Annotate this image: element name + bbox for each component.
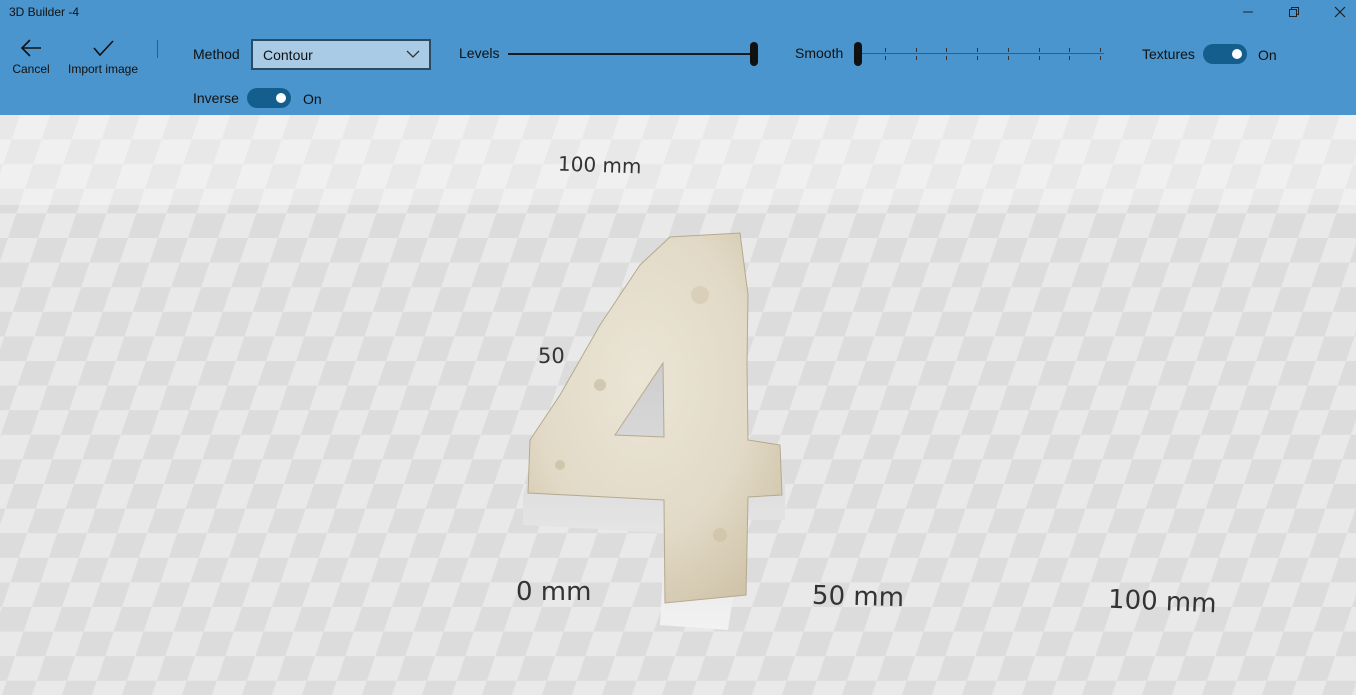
smooth-slider-tick — [946, 48, 947, 52]
smooth-slider-tick — [977, 56, 978, 60]
toolbar-area: 3D Builder -4 Cancel Import image Method… — [0, 0, 1356, 115]
ruler-label-front-0: 0 mm — [516, 577, 592, 607]
window-title: 3D Builder -4 — [9, 5, 80, 19]
smooth-slider-tick — [1100, 48, 1101, 52]
smooth-slider[interactable] — [854, 42, 1104, 66]
restore-button[interactable] — [1271, 0, 1317, 24]
textures-toggle[interactable] — [1203, 44, 1247, 64]
smooth-slider-tick — [1069, 56, 1070, 60]
levels-label: Levels — [459, 45, 500, 61]
cancel-button[interactable]: Cancel — [12, 38, 50, 76]
smooth-label: Smooth — [795, 45, 844, 61]
ruler-label-front-50: 50 mm — [811, 580, 905, 614]
method-label: Method — [193, 46, 240, 62]
minimize-button[interactable] — [1225, 0, 1271, 24]
textures-toggle-knob — [1232, 49, 1242, 59]
3d-viewport[interactable]: 100 mm 50 0 mm 50 mm 100 mm — [0, 115, 1356, 695]
toolbar-separator — [157, 40, 158, 58]
smooth-slider-tick — [977, 48, 978, 52]
smooth-slider-tick — [1008, 56, 1009, 60]
import-image-label: Import image — [67, 62, 139, 76]
ruler-label-back-100: 100 mm — [557, 151, 642, 179]
smooth-slider-tick — [885, 56, 886, 60]
chevron-down-icon — [406, 50, 420, 58]
levels-slider[interactable] — [508, 42, 758, 66]
smooth-slider-tick — [1100, 56, 1101, 60]
levels-thumb[interactable] — [750, 42, 758, 66]
inverse-toggle-knob — [276, 93, 286, 103]
smooth-slider-tick — [946, 56, 947, 60]
close-icon — [1334, 6, 1346, 18]
levels-track — [508, 53, 758, 55]
close-button[interactable] — [1317, 0, 1356, 24]
method-dropdown[interactable]: Contour — [251, 39, 431, 70]
smooth-thumb[interactable] — [854, 42, 862, 66]
smooth-track — [854, 53, 1104, 54]
method-value: Contour — [263, 46, 313, 63]
smooth-slider-tick — [885, 48, 886, 52]
textures-label: Textures — [1142, 46, 1195, 62]
inverse-toggle[interactable] — [247, 88, 291, 108]
restore-icon — [1289, 7, 1299, 17]
smooth-slider-tick — [1008, 48, 1009, 52]
smooth-slider-tick — [916, 48, 917, 52]
smooth-slider-tick — [1039, 48, 1040, 52]
title-bar: 3D Builder -4 — [0, 0, 1356, 24]
cancel-label: Cancel — [12, 62, 50, 76]
import-image-button[interactable]: Import image — [66, 38, 140, 76]
inverse-label: Inverse — [193, 90, 239, 106]
checkmark-icon — [93, 40, 114, 57]
smooth-slider-tick — [1069, 48, 1070, 52]
minimize-icon — [1243, 11, 1253, 13]
ruler-label-left-50: 50 — [538, 344, 565, 368]
textures-state: On — [1258, 47, 1277, 63]
smooth-slider-tick — [916, 56, 917, 60]
inverse-state: On — [303, 91, 322, 107]
smooth-slider-tick — [1039, 56, 1040, 60]
back-arrow-icon — [20, 39, 41, 57]
ruler-label-front-100: 100 mm — [1107, 584, 1218, 620]
